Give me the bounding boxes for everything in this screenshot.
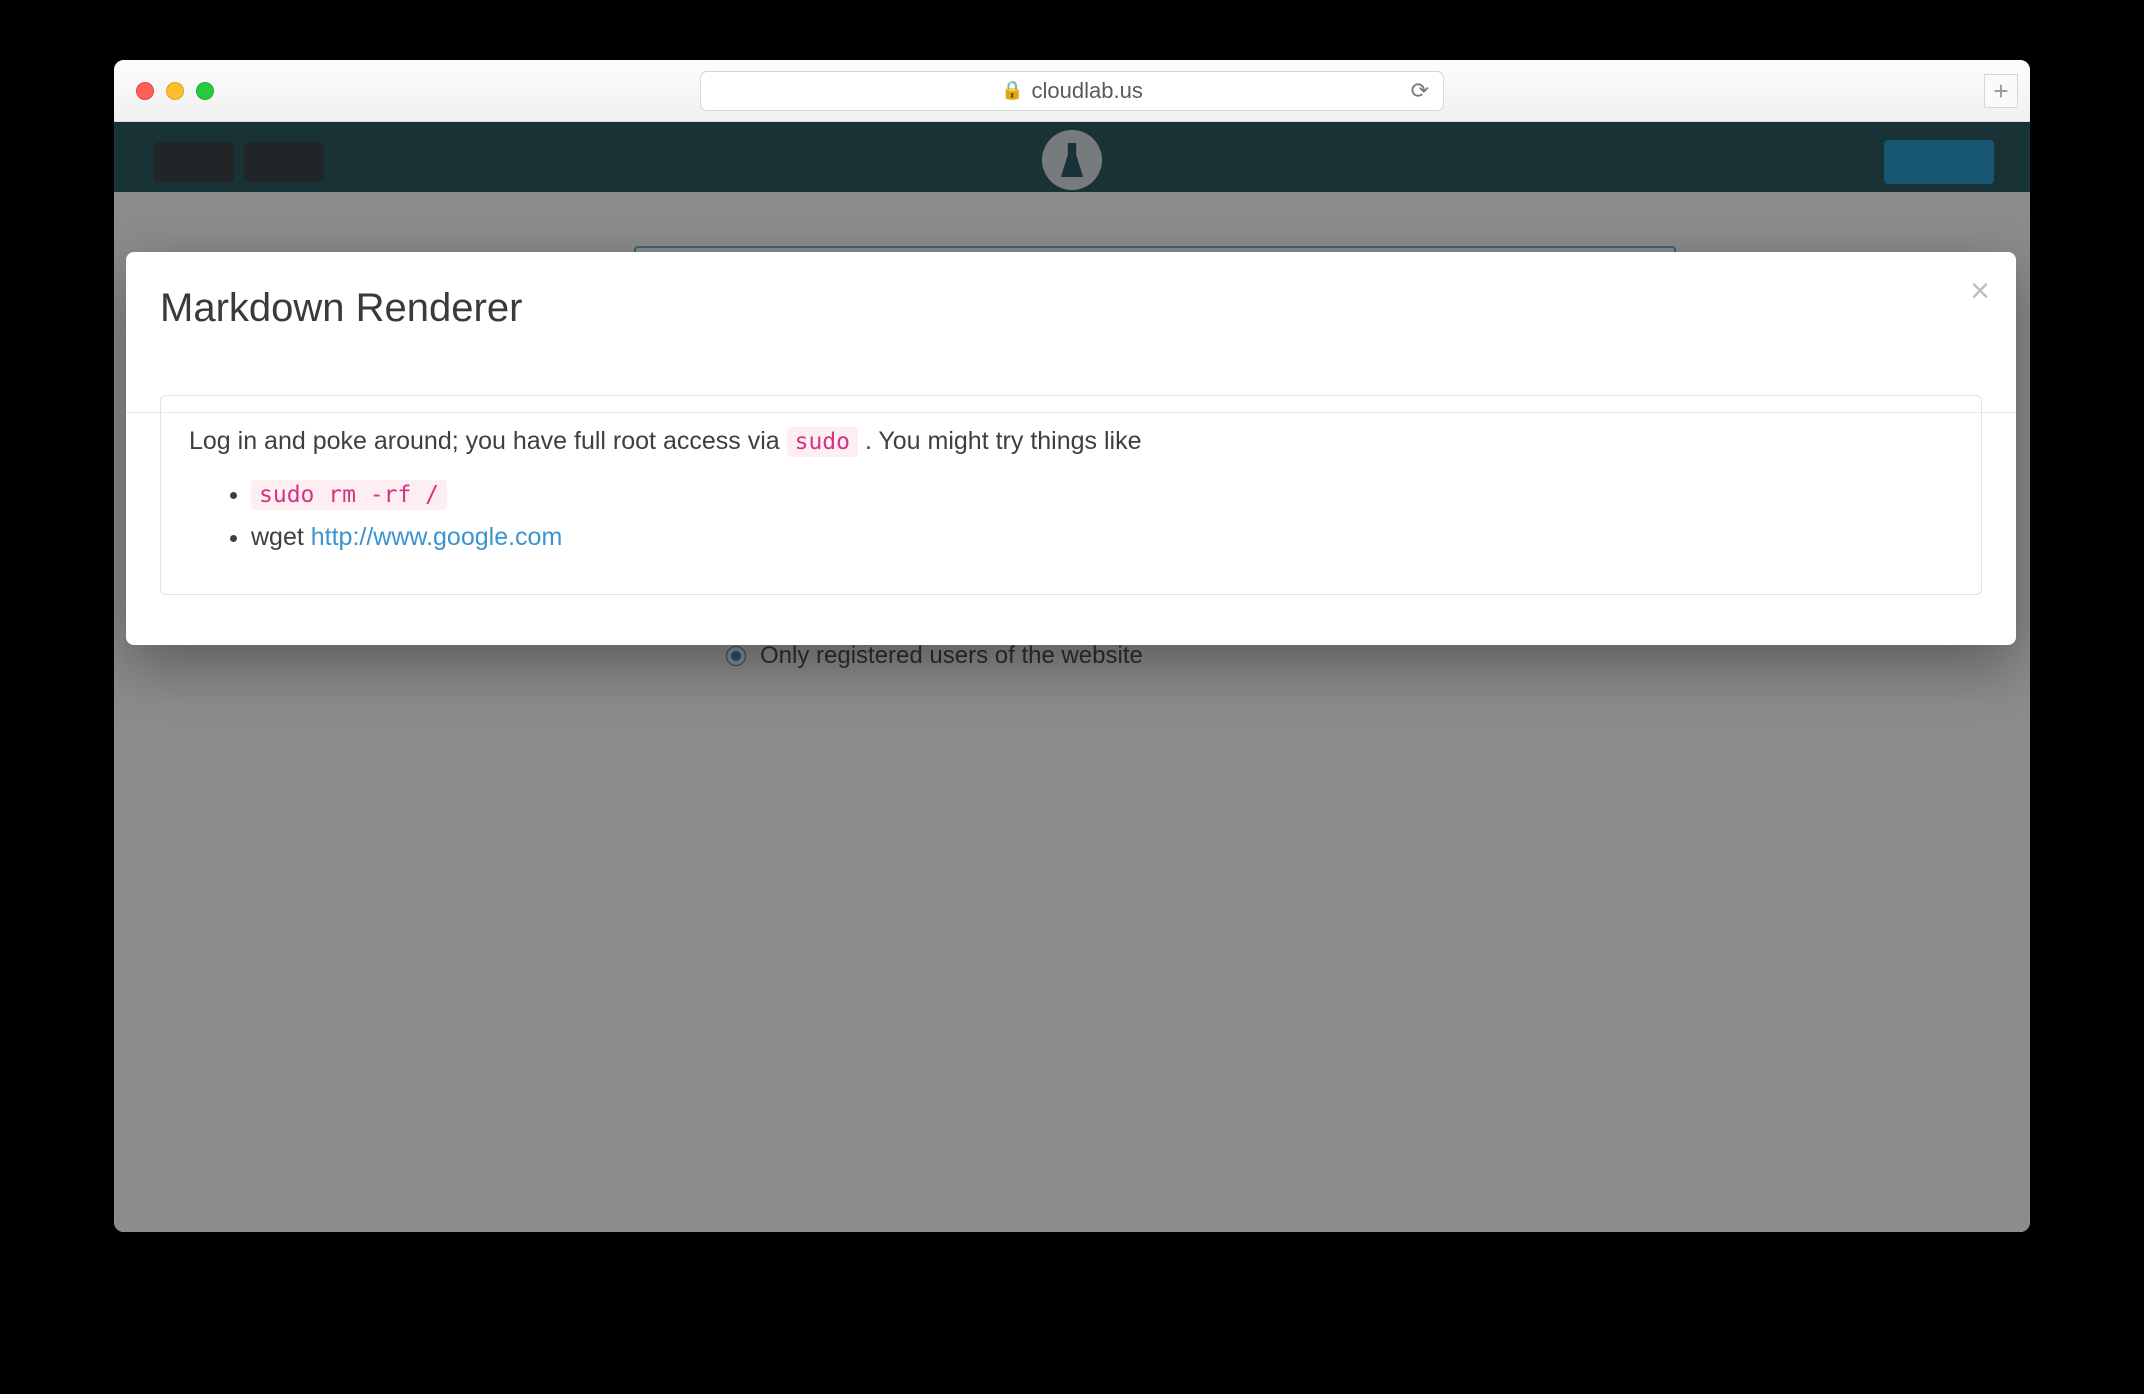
address-domain: cloudlab.us [1032, 78, 1143, 104]
modal-divider [126, 412, 2016, 413]
browser-window: 🔒 cloudlab.us ⟳ + Version URL: Profile U… [114, 60, 2030, 1232]
new-tab-button[interactable]: + [1984, 74, 2018, 108]
rendered-markdown: Log in and poke around; you have full ro… [160, 395, 1982, 595]
modal-close-button[interactable]: × [1970, 272, 1990, 311]
lock-icon: 🔒 [1001, 80, 1023, 101]
close-window-button[interactable] [136, 82, 154, 100]
intro-post: . You might try things like [858, 427, 1141, 455]
modal-title: Markdown Renderer [160, 286, 1982, 331]
browser-chrome: 🔒 cloudlab.us ⟳ + [114, 60, 2030, 122]
page-content: Version URL: Profile URL: * `sudo rm -rf… [114, 122, 2030, 1232]
address-bar[interactable]: 🔒 cloudlab.us ⟳ [700, 71, 1444, 111]
list-item: wget http://www.google.com [251, 518, 1953, 557]
minimize-window-button[interactable] [166, 82, 184, 100]
maximize-window-button[interactable] [196, 82, 214, 100]
bullet2-link[interactable]: http://www.google.com [311, 523, 563, 551]
bullet1-code: sudo rm -rf / [251, 480, 447, 510]
reload-icon[interactable]: ⟳ [1411, 78, 1429, 104]
intro-pre: Log in and poke around; you have full ro… [189, 427, 787, 455]
rendered-list: sudo rm -rf / wget http://www.google.com [251, 475, 1953, 557]
window-controls [136, 82, 214, 100]
rendered-intro: Log in and poke around; you have full ro… [189, 422, 1953, 461]
markdown-renderer-modal: × Markdown Renderer Log in and poke arou… [126, 252, 2016, 645]
list-item: sudo rm -rf / [251, 475, 1953, 514]
bullet2-pre: wget [251, 523, 311, 551]
intro-code: sudo [787, 427, 858, 457]
